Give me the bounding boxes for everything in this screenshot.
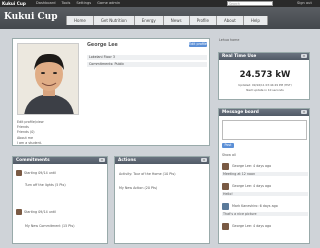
commitments-menu-icon[interactable]: ▾ bbox=[99, 158, 105, 163]
nav-profile[interactable]: Profile bbox=[189, 16, 217, 25]
actions-menu-icon[interactable]: ▾ bbox=[201, 158, 207, 163]
top-link-dashboard[interactable]: Dashboard bbox=[36, 1, 56, 5]
commitment-avatar bbox=[16, 209, 22, 215]
realtime-header: Real Time Use ▾ bbox=[219, 53, 309, 60]
nav-nutrition[interactable]: Get Nutrition bbox=[93, 16, 135, 25]
main-nav: Home Get Nutrition Energy News Profile A… bbox=[66, 16, 268, 25]
profile-link-friends[interactable]: Friends bbox=[17, 125, 29, 129]
message-author: Mark Kaneshiro: 6 days ago bbox=[232, 204, 278, 208]
message-item: George Lee: 4 days ago Hello! bbox=[219, 181, 311, 199]
search-input[interactable]: Search bbox=[227, 1, 273, 6]
message-item: George Lee: 4 days ago bbox=[219, 221, 311, 239]
commitment-meta: Starting 09/14 until bbox=[24, 210, 57, 214]
edit-profile-button[interactable]: Edit profile bbox=[189, 42, 207, 47]
message-item: Mark Kaneshiro: 6 days ago That's a nice… bbox=[219, 201, 311, 219]
action-link[interactable]: My New Action (20 Pts) bbox=[119, 186, 157, 190]
commitment-avatar bbox=[16, 170, 22, 176]
message-avatar bbox=[222, 163, 229, 170]
post-button[interactable]: Post bbox=[222, 143, 234, 148]
realtime-next: Next update in 10 seconds bbox=[246, 88, 284, 92]
message-item: George Lee: 4 days ago Meeting at 12 noo… bbox=[219, 161, 311, 179]
nav-help[interactable]: Help bbox=[243, 16, 268, 25]
message-input[interactable] bbox=[222, 120, 307, 140]
profile-row-commitments: Commitments: Public bbox=[87, 62, 207, 67]
commitment-meta: Starting 09/14 until bbox=[24, 171, 57, 175]
realtime-updated: Updated: 09/16/11 03:44:29 PM (HST) bbox=[238, 83, 292, 87]
message-author: George Lee: 4 days ago bbox=[232, 184, 272, 188]
realtime-value: 24.573 kW bbox=[239, 70, 291, 80]
nav-news[interactable]: News bbox=[163, 16, 190, 25]
profile-name[interactable]: George Lee bbox=[87, 43, 118, 48]
signout-link[interactable]: Sign out bbox=[297, 1, 312, 5]
action-link[interactable]: Activity: Tour of the Home (10 Pts) bbox=[119, 172, 176, 176]
profile-row-team: Lokelani Floor 3 bbox=[87, 55, 207, 60]
realtime-menu-icon[interactable]: ▾ bbox=[301, 54, 307, 59]
top-links: Dashboard Tools Settings Game admin bbox=[36, 1, 120, 5]
message-text: Meeting at 12 noon bbox=[222, 172, 308, 176]
top-link-tools[interactable]: Tools bbox=[62, 1, 71, 5]
profile-panel: George Lee Edit profile Lokelani Floor 3… bbox=[12, 38, 210, 146]
actions-header: Actions ▾ bbox=[115, 157, 209, 164]
message-board-panel: Message board ▾ Post Show all George Lee… bbox=[218, 108, 310, 244]
realtime-panel: Real Time Use ▾ 24.573 kW Updated: 09/16… bbox=[218, 52, 310, 100]
commitments-panel: Commitments ▾ Starting 09/14 until Turn … bbox=[12, 156, 108, 244]
nav-about[interactable]: About bbox=[217, 16, 244, 25]
message-avatar bbox=[222, 223, 229, 230]
message-avatar bbox=[222, 203, 229, 210]
commitments-title: Commitments bbox=[16, 158, 50, 163]
nav-home[interactable]: Home bbox=[66, 16, 94, 25]
message-board-title: Message board bbox=[222, 110, 259, 115]
profile-link-friends-count[interactable]: Friends (0) bbox=[17, 130, 35, 134]
commitments-header: Commitments ▾ bbox=[13, 157, 107, 164]
about-text: I am a student. bbox=[17, 141, 43, 145]
top-bar: Kukui Cup Dashboard Tools Settings Game … bbox=[0, 0, 320, 7]
message-text: Hello! bbox=[222, 192, 308, 196]
site-header: Kukui Cup Home Get Nutrition Energy News… bbox=[0, 7, 320, 29]
top-link-settings[interactable]: Settings bbox=[76, 1, 91, 5]
top-link-admin[interactable]: Game admin bbox=[97, 1, 120, 5]
top-logo[interactable]: Kukui Cup bbox=[2, 1, 26, 6]
avatar bbox=[17, 43, 79, 115]
message-board-menu-icon[interactable]: ▾ bbox=[301, 110, 307, 115]
actions-panel: Actions ▾ Activity: Tour of the Home (10… bbox=[114, 156, 210, 244]
message-author: George Lee: 4 days ago bbox=[232, 164, 272, 168]
show-all-link[interactable]: Show all bbox=[222, 153, 236, 157]
message-board-header: Message board ▾ bbox=[219, 109, 309, 116]
side-home-link[interactable]: Lehua home bbox=[219, 38, 239, 42]
actions-title: Actions bbox=[118, 158, 136, 163]
realtime-title: Real Time Use bbox=[222, 54, 257, 59]
profile-link-edit[interactable]: Edit profile/view bbox=[17, 120, 44, 124]
message-author: George Lee: 4 days ago bbox=[232, 224, 272, 228]
about-label: About me bbox=[17, 136, 34, 140]
nav-energy[interactable]: Energy bbox=[134, 16, 164, 25]
brand-title[interactable]: Kukui Cup bbox=[4, 12, 58, 22]
message-text: That's a nice picture bbox=[222, 212, 308, 216]
commitment-link[interactable]: My New Commitment (15 Pts) bbox=[25, 224, 75, 228]
message-avatar bbox=[222, 183, 229, 190]
commitment-link[interactable]: Turn off the lights (5 Pts) bbox=[25, 183, 66, 187]
avatar-photo bbox=[18, 44, 78, 114]
